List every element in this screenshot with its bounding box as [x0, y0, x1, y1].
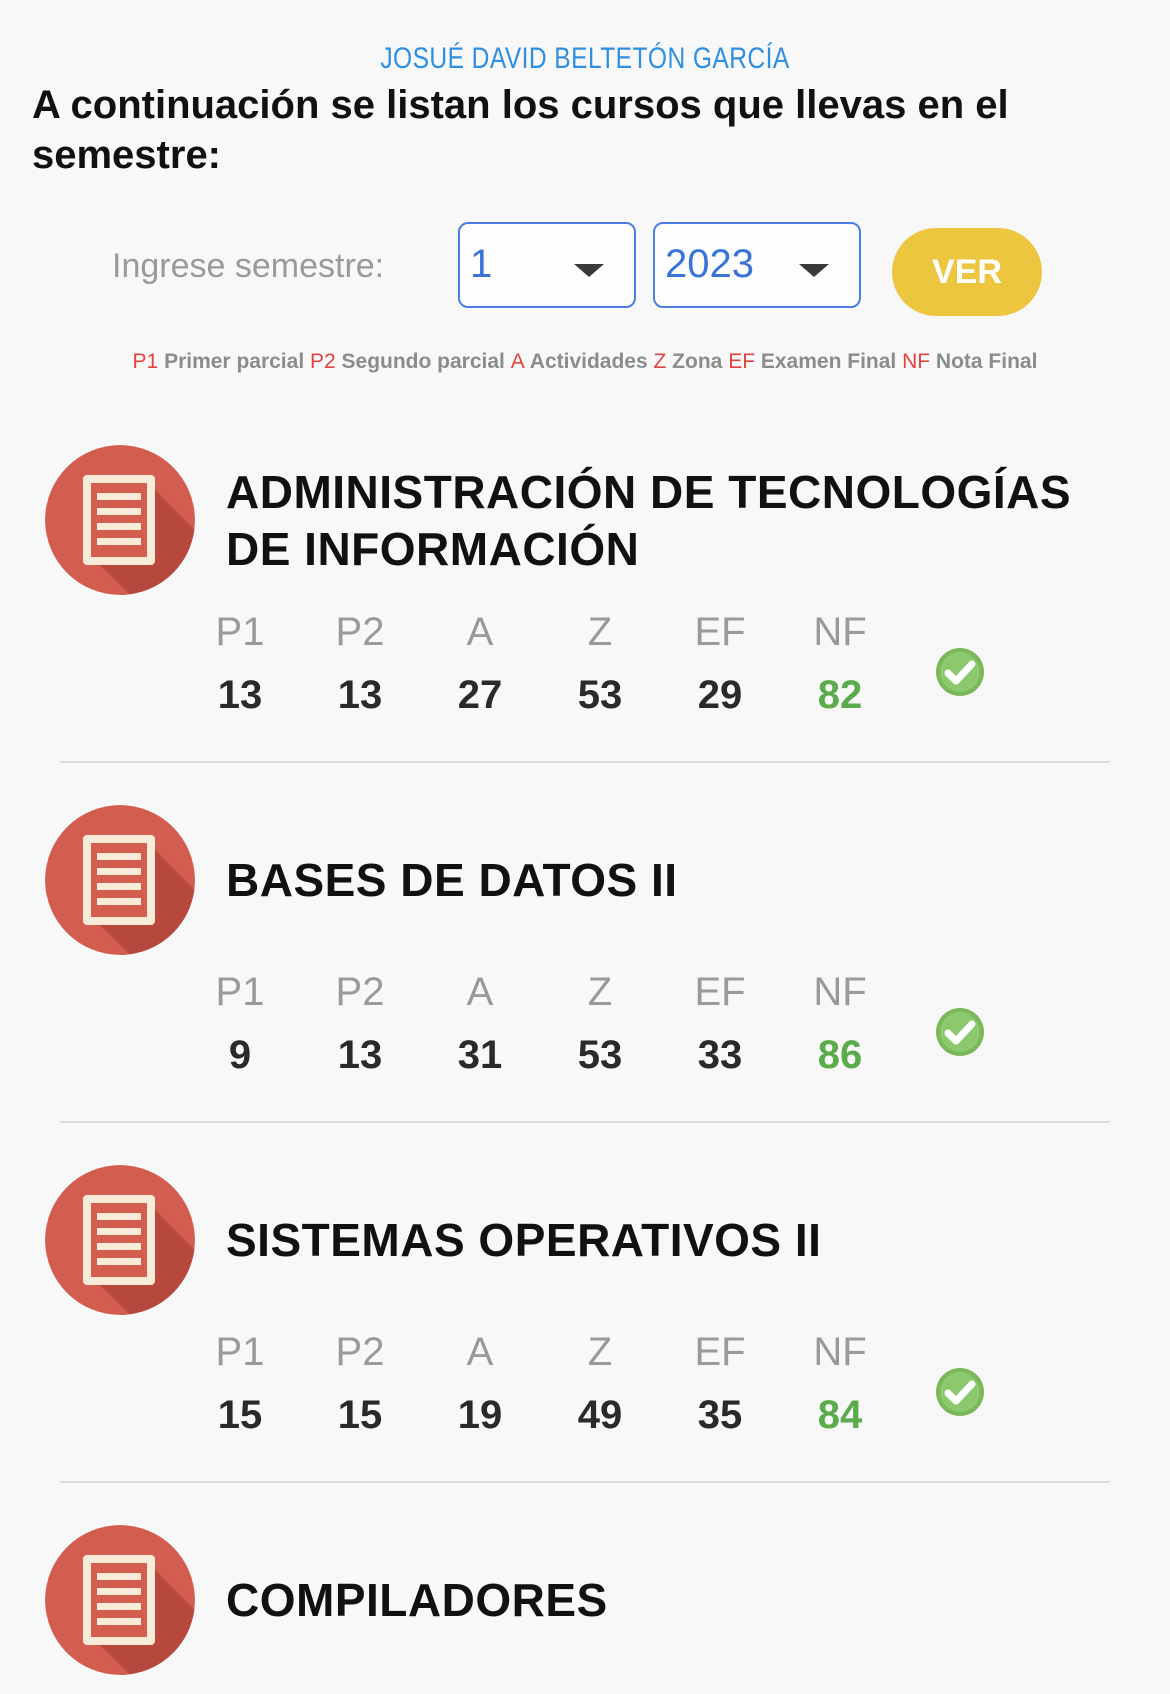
grade-legend: P1 Primer parcial P2 Segundo parcial A A…	[0, 350, 1170, 374]
check-icon	[935, 647, 985, 697]
legend-code: A	[510, 350, 525, 373]
user-name: JOSUÉ DAVID BELTETÓN GARCÍA	[380, 42, 790, 75]
grade-label: Z	[587, 610, 613, 654]
grade-label: P2	[335, 970, 385, 1014]
legend-text: Zona	[666, 350, 729, 373]
grade-label: EF	[694, 1330, 746, 1374]
grade-value: 15	[217, 1393, 263, 1437]
legend-text: Examen Final	[755, 350, 903, 373]
legend-code: EF	[728, 350, 756, 373]
course-divider	[60, 1121, 1110, 1123]
grade-value: 19	[457, 1393, 503, 1437]
ver-button[interactable]: VER	[892, 228, 1042, 316]
course-title[interactable]: COMPILADORES	[226, 1572, 1126, 1629]
grade-column-p1: P1 9	[180, 967, 300, 1085]
year-select[interactable]: 2023	[653, 222, 861, 308]
grade-label: NF	[813, 610, 867, 654]
course-divider	[60, 761, 1110, 763]
check-icon	[935, 1367, 985, 1417]
grade-value: 82	[817, 673, 863, 717]
grade-column-p1: P1 13	[180, 607, 300, 725]
grade-column-nf: NF 82	[780, 607, 900, 725]
semester-select[interactable]: 1	[458, 222, 636, 308]
grade-column-a: A 31	[420, 967, 540, 1085]
grade-label: P2	[335, 610, 385, 654]
grade-value: 53	[577, 1033, 623, 1077]
year-select-value: 2023	[665, 242, 754, 286]
course-title[interactable]: BASES DE DATOS II	[226, 852, 1126, 909]
grade-column-z: Z 49	[540, 1327, 660, 1445]
document-icon	[45, 445, 195, 595]
semester-filter: Ingrese semestre: 1 2023 VER	[0, 220, 1170, 320]
document-icon	[45, 1525, 195, 1675]
grade-value: 29	[697, 673, 743, 717]
grade-column-ef: EF 33	[660, 967, 780, 1085]
grade-value: 27	[457, 673, 503, 717]
grade-column-nf: NF 86	[780, 967, 900, 1085]
grade-label: A	[466, 1330, 494, 1374]
grade-value: 86	[817, 1033, 863, 1077]
grade-label: NF	[813, 1330, 867, 1374]
grade-value: 9	[228, 1033, 252, 1077]
grade-label: Z	[587, 1330, 613, 1374]
grade-value: 35	[697, 1393, 743, 1437]
intro-text: A continuación se listan los cursos que …	[32, 83, 1009, 177]
grade-column-p2: P2 15	[300, 1327, 420, 1445]
legend-text: Primer parcial	[158, 350, 310, 373]
grade-column-z: Z 53	[540, 967, 660, 1085]
semester-select-value: 1	[470, 242, 493, 286]
grade-column-p2: P2 13	[300, 607, 420, 725]
legend-code: P1	[132, 350, 159, 373]
legend-code: Z	[653, 350, 667, 373]
course-title[interactable]: SISTEMAS OPERATIVOS II	[226, 1212, 1126, 1269]
grade-value: 15	[337, 1393, 383, 1437]
grade-value: 49	[577, 1393, 623, 1437]
document-icon	[45, 805, 195, 955]
grade-label: P1	[215, 1330, 265, 1374]
caret-down-icon	[799, 264, 829, 277]
check-icon	[935, 1007, 985, 1057]
grade-value: 84	[817, 1393, 863, 1437]
legend-code: P2	[309, 350, 336, 373]
grade-value: 31	[457, 1033, 503, 1077]
grade-column-a: A 19	[420, 1327, 540, 1445]
grade-label: P1	[215, 970, 265, 1014]
grade-label: Z	[587, 970, 613, 1014]
caret-down-icon	[574, 264, 604, 277]
grade-column-ef: EF 35	[660, 1327, 780, 1445]
grade-value: 13	[337, 1033, 383, 1077]
grade-column-p1: P1 15	[180, 1327, 300, 1445]
grade-label: A	[466, 970, 494, 1014]
legend-text: Segundo parcial	[335, 350, 511, 373]
grade-label: NF	[813, 970, 867, 1014]
grade-column-nf: NF 84	[780, 1327, 900, 1445]
legend-text: Nota Final	[930, 350, 1038, 373]
grade-label: P1	[215, 610, 265, 654]
grade-column-ef: EF 29	[660, 607, 780, 725]
grade-value: 13	[217, 673, 263, 717]
grade-value: 13	[337, 673, 383, 717]
grade-label: EF	[694, 970, 746, 1014]
grade-value: 53	[577, 673, 623, 717]
legend-text: Actividades	[524, 350, 654, 373]
grade-value: 33	[697, 1033, 743, 1077]
course-title[interactable]: ADMINISTRACIÓN DE TECNOLOGÍAS DE INFORMA…	[226, 464, 1126, 578]
legend-code: NF	[902, 350, 931, 373]
grade-label: A	[466, 610, 494, 654]
course-divider	[60, 1481, 1110, 1483]
grade-label: P2	[335, 1330, 385, 1374]
grade-column-p2: P2 13	[300, 967, 420, 1085]
grade-column-a: A 27	[420, 607, 540, 725]
document-icon	[45, 1165, 195, 1315]
grade-column-z: Z 53	[540, 607, 660, 725]
grade-label: EF	[694, 610, 746, 654]
semester-label: Ingrese semestre:	[112, 247, 385, 285]
